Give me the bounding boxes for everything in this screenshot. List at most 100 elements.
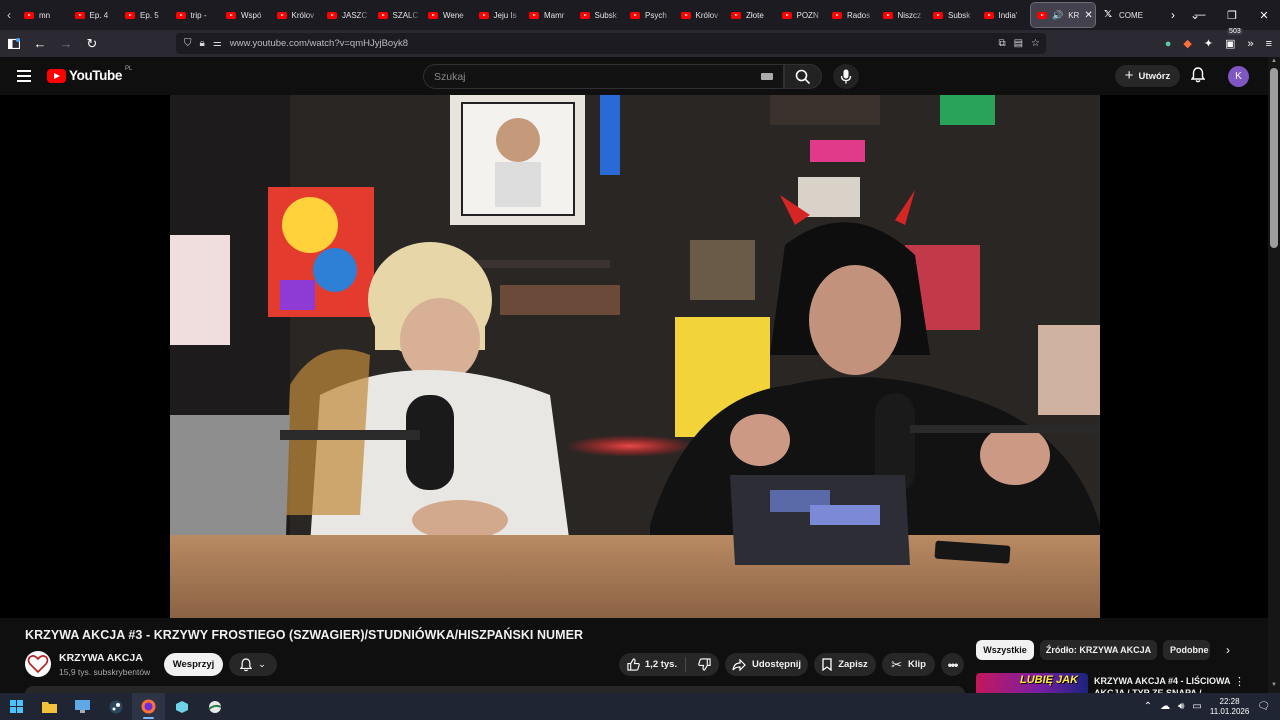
file-explorer-icon[interactable] bbox=[33, 693, 66, 720]
recommended-thumbnail[interactable]: LUBIĘ JAK bbox=[976, 673, 1088, 693]
chip-related[interactable]: Podobne bbox=[1163, 640, 1210, 660]
account-avatar[interactable]: K bbox=[1228, 66, 1249, 87]
steam-icon[interactable] bbox=[99, 693, 132, 720]
shield-icon[interactable]: ⛉ bbox=[184, 38, 192, 49]
battery-icon[interactable]: ▭ bbox=[1192, 701, 1201, 712]
dislike-button[interactable] bbox=[692, 658, 711, 671]
bookmark-star-icon[interactable]: ☆ bbox=[1031, 38, 1040, 49]
app-cube-icon[interactable] bbox=[165, 693, 198, 720]
scissors-icon: ✂ bbox=[891, 656, 902, 672]
thumbs-up-icon bbox=[627, 658, 640, 671]
keyboard-icon[interactable] bbox=[761, 73, 773, 80]
bookmark-icon bbox=[822, 658, 832, 671]
browser-tab[interactable]: Jeju Is bbox=[473, 0, 523, 30]
scroll-up-icon[interactable]: ▲ bbox=[1268, 58, 1280, 68]
minimize-icon[interactable]: — bbox=[1184, 0, 1216, 30]
extension-fox-icon[interactable]: ◆ bbox=[1183, 37, 1191, 50]
speaker-icon[interactable]: 🔊 bbox=[1052, 10, 1063, 21]
recommended-more-icon[interactable]: ⋮ bbox=[1234, 675, 1245, 688]
chips-next-chevron-icon[interactable]: › bbox=[1218, 640, 1238, 660]
start-windows-icon[interactable] bbox=[0, 693, 33, 720]
browser-tab[interactable]: Ep. 5 bbox=[119, 0, 170, 30]
url-text[interactable]: www.youtube.com/watch?v=qmHJyjBoyk8 bbox=[230, 38, 408, 49]
sidebar-toggle-icon[interactable] bbox=[2, 32, 26, 56]
windows-taskbar: ⌃ ☁ 🔊︎ ▭ 22:28 11.01.2026 🗨︎ bbox=[0, 693, 1280, 720]
url-bar[interactable]: ⛉ 🔒︎ ⚌ www.youtube.com/watch?v=qmHJyjBoy… bbox=[176, 33, 1046, 54]
browser-tab[interactable]: trip - bbox=[170, 0, 220, 30]
microphone-icon bbox=[840, 69, 852, 84]
browser-tab[interactable]: India' bbox=[978, 0, 1028, 30]
network-icon[interactable]: ☁ bbox=[1160, 701, 1170, 712]
browser-tab[interactable]: Niszcz bbox=[877, 0, 927, 30]
like-button[interactable]: 1,2 tys. bbox=[627, 657, 687, 672]
browser-tab[interactable]: Złote bbox=[725, 0, 776, 30]
share-button[interactable]: Udostępnij bbox=[725, 653, 808, 676]
youtube-favicon-icon bbox=[24, 11, 34, 19]
tab-scroll-left-icon[interactable]: ‹ bbox=[0, 0, 18, 30]
more-actions-button[interactable]: ••• bbox=[941, 653, 964, 676]
app-globe-icon[interactable] bbox=[198, 693, 231, 720]
scrollbar-thumb[interactable] bbox=[1270, 68, 1278, 248]
back-icon[interactable]: ← bbox=[28, 32, 52, 56]
video-frame[interactable] bbox=[170, 95, 1100, 618]
chip-source[interactable]: Źródło: KRZYWA AKCJA bbox=[1040, 640, 1157, 660]
reader-view-icon[interactable]: ▤ bbox=[1014, 38, 1023, 49]
browser-tab[interactable]: JASZC bbox=[321, 0, 372, 30]
restore-icon[interactable]: ❐ bbox=[1216, 0, 1248, 30]
notification-center-icon[interactable]: 🗨︎ bbox=[1257, 701, 1270, 712]
browser-tab[interactable]: Wspó bbox=[220, 0, 271, 30]
extension-badge-icon[interactable]: ▣ 503 bbox=[1225, 28, 1243, 50]
clock[interactable]: 22:28 11.01.2026 bbox=[1210, 697, 1249, 717]
computer-icon[interactable] bbox=[66, 693, 99, 720]
create-button[interactable]: + Utwórz bbox=[1115, 65, 1180, 87]
subscription-notifications-button[interactable]: ⌄ bbox=[229, 653, 277, 676]
close-window-icon[interactable]: ✕ bbox=[1248, 0, 1280, 30]
youtube-favicon-icon bbox=[1037, 11, 1047, 19]
browser-tab[interactable]: Rados bbox=[826, 0, 877, 30]
channel-heart-logo-icon bbox=[27, 655, 49, 674]
firefox-icon[interactable] bbox=[132, 693, 165, 720]
support-button[interactable]: Wesprzyj bbox=[164, 653, 223, 676]
video-player[interactable] bbox=[0, 95, 1268, 618]
overflow-chevrons-icon[interactable]: » bbox=[1247, 38, 1253, 50]
tab-x[interactable]: 𝕏 COME bbox=[1098, 0, 1158, 30]
picture-in-picture-icon[interactable]: ⧉ bbox=[998, 38, 1005, 49]
extensions-puzzle-icon[interactable]: ✦ bbox=[1204, 37, 1213, 50]
browser-tab[interactable]: Wene bbox=[422, 0, 473, 30]
browser-tab[interactable]: Mamr bbox=[523, 0, 574, 30]
channel-name[interactable]: KRZYWA AKCJA bbox=[59, 652, 143, 664]
tab-close-icon[interactable]: ✕ bbox=[1084, 10, 1092, 21]
forward-icon[interactable]: → bbox=[54, 32, 78, 56]
guide-menu-icon[interactable] bbox=[17, 70, 31, 82]
youtube-logo[interactable]: YouTube PL bbox=[47, 66, 132, 83]
browser-tab[interactable]: Subsk bbox=[927, 0, 978, 30]
chip-all[interactable]: Wszystkie bbox=[976, 640, 1034, 660]
reload-icon[interactable]: ↻ bbox=[80, 32, 104, 56]
volume-icon[interactable]: 🔊︎ bbox=[1178, 701, 1184, 712]
tab-active[interactable]: 🔊 KR ✕ bbox=[1030, 2, 1096, 28]
clip-button[interactable]: ✂ Klip bbox=[882, 653, 935, 676]
search-button[interactable] bbox=[784, 64, 822, 89]
browser-tab[interactable]: Królov bbox=[675, 0, 725, 30]
lock-icon[interactable]: 🔒︎ bbox=[200, 38, 205, 49]
browser-tab[interactable]: SZALC bbox=[372, 0, 422, 30]
channel-avatar[interactable] bbox=[25, 651, 51, 677]
browser-tab[interactable]: Subsk bbox=[574, 0, 624, 30]
more-dots-icon: ••• bbox=[947, 657, 959, 672]
search-input[interactable]: Szukaj bbox=[423, 64, 784, 89]
notifications-bell-icon[interactable] bbox=[1190, 67, 1206, 88]
recommended-title[interactable]: KRZYWA AKCJA #4 - LIŚCIOWA AKCJA / TYP Z… bbox=[1094, 675, 1234, 693]
browser-tab[interactable]: Ep. 4 bbox=[69, 0, 119, 30]
browser-tab[interactable]: mn bbox=[18, 0, 69, 30]
scroll-down-icon[interactable]: ▼ bbox=[1268, 682, 1280, 692]
voice-search-button[interactable] bbox=[833, 64, 859, 89]
extension-globe-icon[interactable]: ● bbox=[1165, 38, 1172, 50]
tray-overflow-icon[interactable]: ⌃ bbox=[1144, 701, 1152, 712]
tab-scroll-right-icon[interactable]: › bbox=[1162, 8, 1184, 22]
browser-tab[interactable]: Psych bbox=[624, 0, 675, 30]
browser-tab[interactable]: Królov bbox=[271, 0, 321, 30]
save-button[interactable]: Zapisz bbox=[814, 653, 876, 676]
browser-tab[interactable]: POZN bbox=[776, 0, 826, 30]
app-menu-icon[interactable]: ≡ bbox=[1266, 38, 1272, 50]
permissions-icon[interactable]: ⚌ bbox=[213, 38, 222, 49]
